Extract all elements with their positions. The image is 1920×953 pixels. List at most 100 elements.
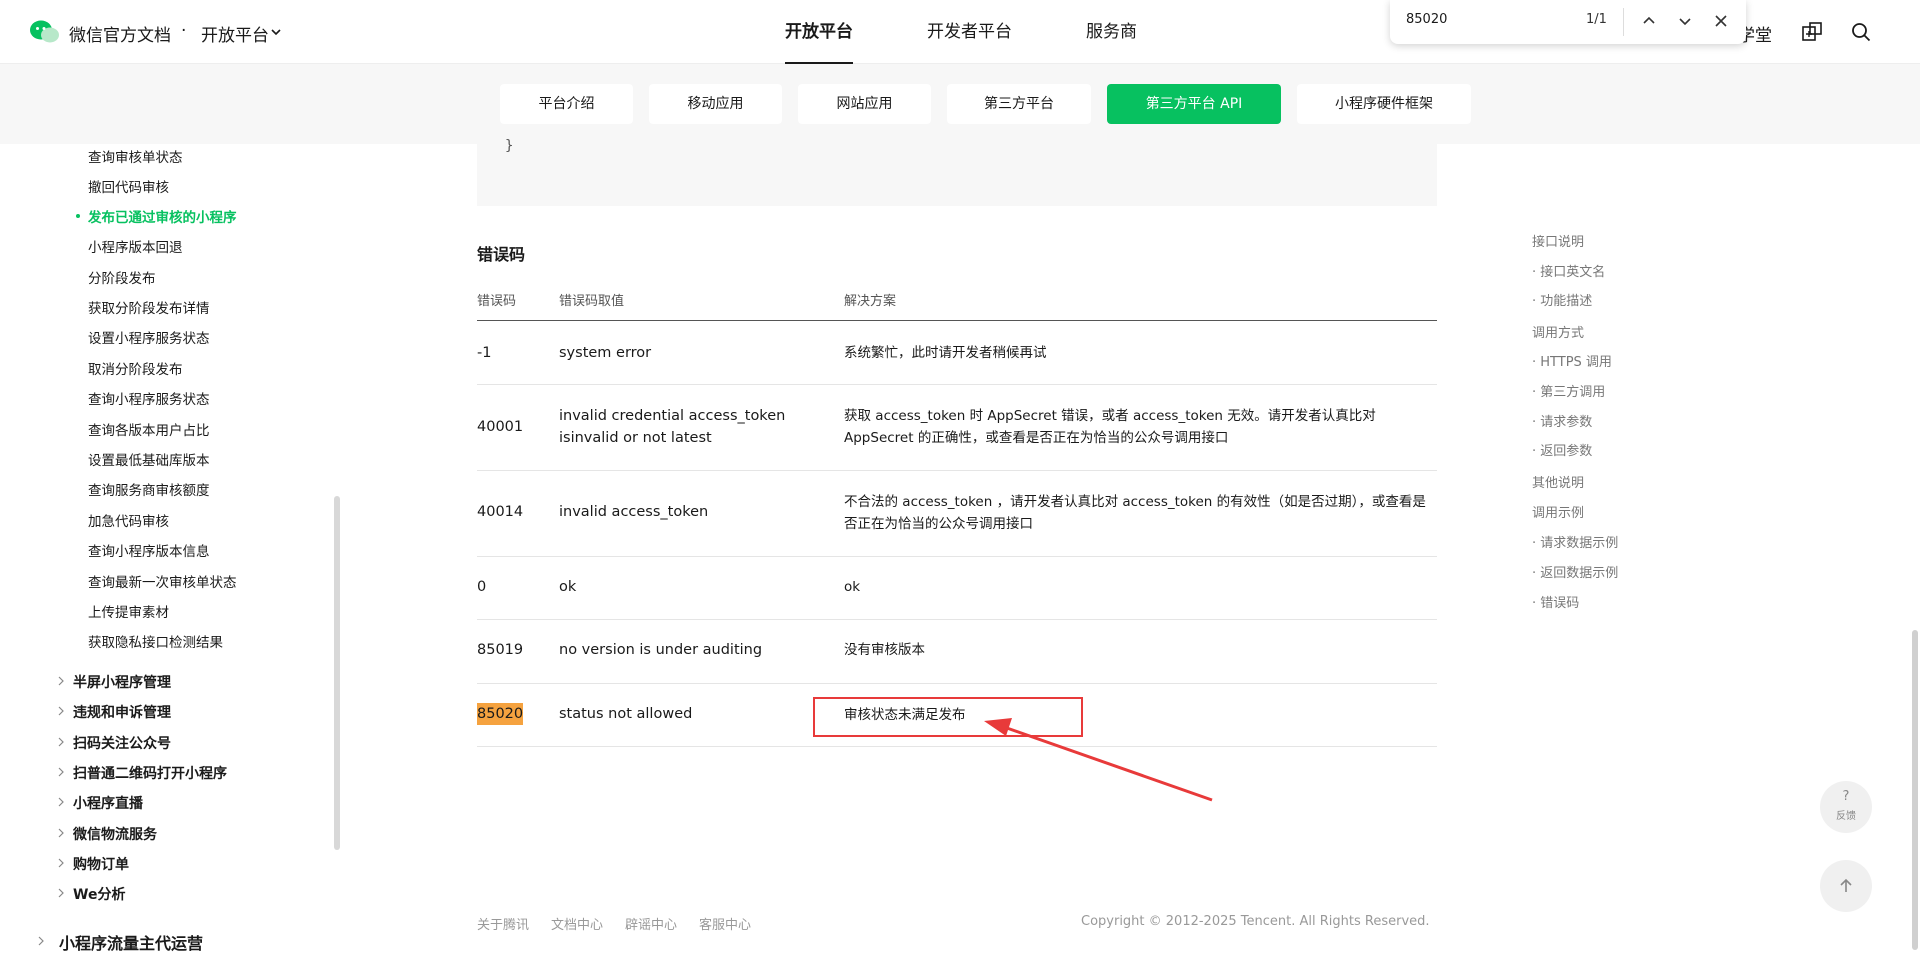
find-close-icon[interactable] (1710, 10, 1732, 32)
find-divider (1623, 8, 1624, 36)
sidebar-group[interactable]: 小程序流量主代运营 (59, 930, 203, 953)
sidebar-item[interactable]: 加急代码审核 (88, 510, 169, 530)
footer-link[interactable]: 客服中心 (699, 914, 751, 933)
sidebar-group[interactable]: 扫普通二维码打开小程序 (73, 763, 227, 783)
find-prev-chevron-up-icon[interactable] (1638, 10, 1660, 32)
footer-link[interactable]: 文档中心 (551, 914, 603, 933)
sidebar-group[interactable]: 购物订单 (73, 854, 129, 874)
feedback-label: 反馈 (1836, 811, 1856, 822)
sidebar-item[interactable]: 查询小程序版本信息 (88, 540, 210, 560)
find-input[interactable]: 85020 (1406, 12, 1447, 27)
platform-tabs: 平台介绍 移动应用 网站应用 第三方平台 第三方平台 API 小程序硬件框架 (500, 84, 1487, 124)
chevron-right-icon[interactable] (56, 797, 66, 807)
chevron-right-icon[interactable] (56, 767, 66, 777)
sidebar-item[interactable]: 取消分阶段发布 (88, 358, 183, 378)
sidebar-group[interactable]: 扫码关注公众号 (73, 733, 171, 753)
table-cell-solution: 不合法的 access_token ，请开发者认真比对 access_token… (844, 494, 1426, 532)
sidebar-item[interactable]: 获取分阶段发布详情 (88, 297, 210, 317)
table-cell-value: no version is under auditing (559, 642, 763, 658)
sidebar-scrollbar[interactable] (334, 496, 340, 850)
table-cell-solution: 没有审核版本 (844, 642, 925, 658)
toc-item[interactable]: · 功能描述 (1532, 290, 1592, 309)
chevron-right-icon[interactable] (56, 828, 66, 838)
find-bar: 85020 1/1 (1390, 0, 1746, 44)
tab-mobile-app[interactable]: 移动应用 (649, 84, 782, 124)
table-cell-value: invalid credential access_token isinvali… (559, 408, 786, 446)
sidebar-item[interactable]: 设置小程序服务状态 (88, 327, 210, 347)
chevron-right-icon[interactable] (56, 676, 66, 686)
sidebar-item[interactable]: 撤回代码审核 (88, 176, 169, 196)
chevron-right-icon[interactable] (56, 858, 66, 868)
table-header-value: 错误码取值 (559, 294, 625, 309)
table-cell-solution: 获取 access_token 时 AppSecret 错误，或者 access… (844, 408, 1376, 446)
sidebar-item[interactable]: 查询最新一次审核单状态 (88, 571, 237, 591)
sidebar-group[interactable]: 小程序直播 (73, 793, 143, 813)
row-divider (477, 384, 1437, 385)
arrow-up-icon (1840, 878, 1852, 892)
sidebar-item[interactable]: 分阶段发布 (88, 267, 156, 287)
sidebar-group[interactable]: 违规和申诉管理 (73, 702, 171, 722)
table-cell-value: invalid access_token (559, 504, 709, 520)
toc-item[interactable]: · 第三方调用 (1532, 381, 1605, 400)
page-scrollbar[interactable] (1912, 630, 1918, 950)
chevron-down-icon[interactable] (269, 25, 283, 39)
wechat-logo-icon[interactable] (30, 19, 60, 45)
toc-item[interactable]: 调用示例 (1532, 502, 1584, 521)
sidebar-item[interactable]: 小程序版本回退 (88, 236, 183, 256)
sidebar-item[interactable]: 查询各版本用户占比 (88, 419, 210, 439)
toc-item[interactable]: · HTTPS 调用 (1532, 351, 1612, 370)
sidebar-item[interactable]: 查询小程序服务状态 (88, 388, 210, 408)
toc-item[interactable]: 其他说明 (1532, 472, 1584, 491)
dev-tools-icon[interactable] (1801, 21, 1823, 43)
table-header-divider (477, 320, 1437, 321)
nav-developer-platform[interactable]: 开发者平台 (912, 0, 1027, 64)
table-cell-code: 0 (477, 579, 487, 595)
footer-link[interactable]: 辟谣中心 (625, 914, 677, 933)
toc-item[interactable]: · 请求数据示例 (1532, 532, 1618, 551)
tab-website-app[interactable]: 网站应用 (798, 84, 931, 124)
table-cell-code: 40014 (477, 504, 524, 520)
sidebar-item[interactable]: 查询审核单状态 (88, 146, 183, 166)
nav-service-provider[interactable]: 服务商 (1071, 0, 1152, 64)
code-text: } (505, 138, 514, 154)
row-divider (477, 470, 1437, 471)
footer-link[interactable]: 关于腾讯 (477, 914, 529, 933)
toc-item[interactable]: · 请求参数 (1532, 411, 1592, 430)
toc-item[interactable]: · 返回参数 (1532, 440, 1592, 459)
tab-hardware-framework[interactable]: 小程序硬件框架 (1297, 84, 1471, 124)
sub-nav: 平台介绍 移动应用 网站应用 第三方平台 第三方平台 API 小程序硬件框架 (0, 64, 1920, 144)
chevron-right-icon[interactable] (56, 706, 66, 716)
back-to-top-button[interactable] (1820, 860, 1872, 912)
sidebar-item[interactable]: 查询服务商审核额度 (88, 479, 210, 499)
copyright: Copyright © 2012-2025 Tencent. All Right… (1081, 914, 1430, 929)
tab-platform-intro[interactable]: 平台介绍 (500, 84, 633, 124)
toc-item[interactable]: · 返回数据示例 (1532, 562, 1618, 581)
toc-item[interactable]: · 错误码 (1532, 592, 1579, 611)
tab-third-party-api[interactable]: 第三方平台 API (1107, 84, 1281, 124)
sidebar-item[interactable]: 获取隐私接口检测结果 (88, 631, 223, 651)
find-next-chevron-down-icon[interactable] (1674, 10, 1696, 32)
platform-switcher[interactable]: 开放平台 (201, 21, 269, 46)
sidebar-group[interactable]: We分析 (73, 884, 125, 904)
chevron-right-icon[interactable] (36, 936, 46, 946)
chevron-right-icon[interactable] (56, 888, 66, 898)
sidebar-item[interactable]: 上传提审素材 (88, 601, 169, 621)
toc-item[interactable]: 接口说明 (1532, 231, 1584, 250)
sidebar-group[interactable]: 半屏小程序管理 (73, 672, 171, 692)
brand-title[interactable]: 微信官方文档 (69, 21, 171, 46)
search-icon[interactable] (1850, 21, 1872, 43)
main-nav: 开放平台 开发者平台 服务商 (770, 0, 1196, 64)
chevron-right-icon[interactable] (56, 737, 66, 747)
tab-third-party-platform[interactable]: 第三方平台 (947, 84, 1091, 124)
annotation-box (813, 697, 1083, 737)
toc-item[interactable]: 调用方式 (1532, 322, 1584, 341)
section-title-error-codes: 错误码 (477, 245, 526, 264)
row-divider (477, 683, 1437, 684)
sidebar-group[interactable]: 微信物流服务 (73, 824, 157, 844)
feedback-button[interactable]: ? 反馈 (1820, 781, 1872, 833)
toc-item[interactable]: · 接口英文名 (1532, 261, 1605, 280)
table-cell-value: status not allowed (559, 706, 693, 722)
sidebar-item-active[interactable]: 发布已通过审核的小程序 (88, 206, 237, 226)
sidebar-item[interactable]: 设置最低基础库版本 (88, 449, 210, 469)
nav-open-platform[interactable]: 开放平台 (770, 0, 868, 64)
